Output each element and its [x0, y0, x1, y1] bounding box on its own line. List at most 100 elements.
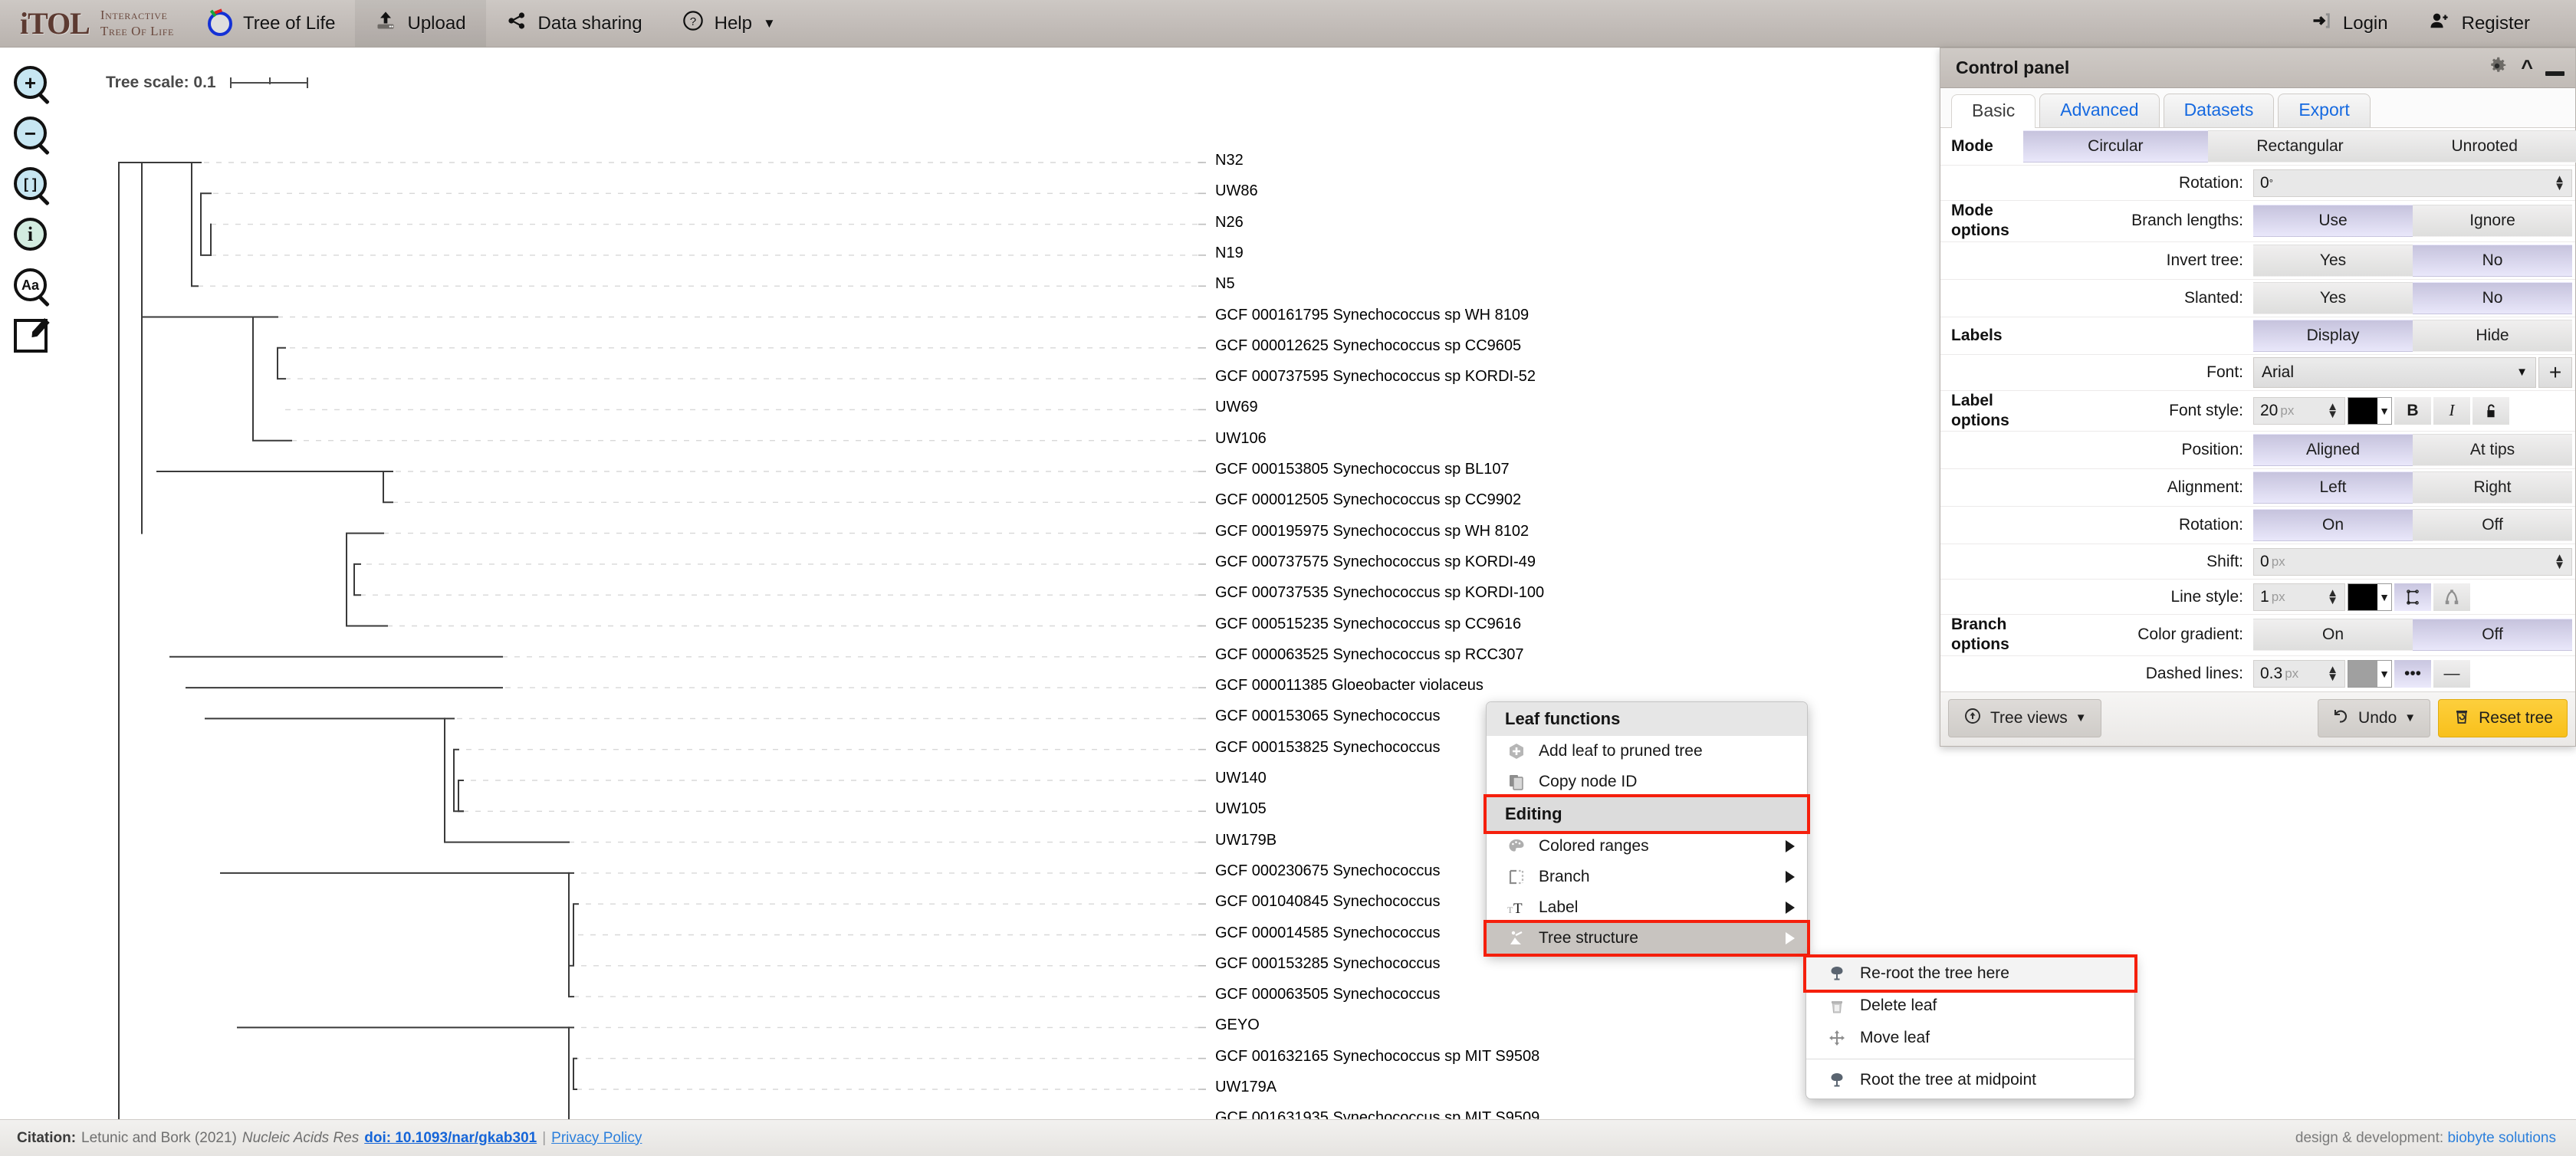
text-search-tool[interactable]: Aa: [14, 268, 54, 308]
dashed-width-stepper[interactable]: ▲ ▼: [2327, 664, 2338, 683]
submenu-item-reroot-tree-here[interactable]: Re-root the tree here: [1803, 954, 2137, 993]
invert-tree-no[interactable]: No: [2413, 244, 2572, 277]
nav-tree-of-life[interactable]: Tree of Life: [188, 0, 356, 47]
font-size-input[interactable]: 20 px ▲ ▼: [2253, 396, 2345, 425]
tab-export[interactable]: Export: [2278, 94, 2371, 127]
leaf-label[interactable]: GCF 000737535 Synechococcus sp KORDI-100: [1215, 584, 1544, 602]
submenu-item-root-at-midpoint[interactable]: Root the tree at midpoint: [1806, 1064, 2134, 1096]
branch-lengths-use[interactable]: Use: [2253, 205, 2413, 238]
rotation-input[interactable]: 0 ° ▲ ▼: [2253, 169, 2572, 197]
gear-icon[interactable]: [2486, 54, 2509, 81]
dashed-color-swatch[interactable]: ▼: [2348, 659, 2392, 688]
leaf-label[interactable]: GCF 001632165 Synechococcus sp MIT S9508: [1215, 1048, 1539, 1066]
labels-display[interactable]: Display: [2253, 319, 2413, 352]
menu-item-add-leaf-to-pruned-tree[interactable]: Add leaf to pruned tree: [1487, 736, 1807, 767]
alignment-left[interactable]: Left: [2253, 471, 2413, 504]
dashed-width-input[interactable]: 0.3 px ▲ ▼: [2253, 659, 2345, 688]
leaf-label[interactable]: UW86: [1215, 182, 1258, 200]
info-tool[interactable]: i: [14, 218, 54, 258]
font-italic-button[interactable]: I: [2433, 396, 2470, 425]
leaf-label[interactable]: GCF 000063525 Synechococcus sp RCC307: [1215, 646, 1523, 664]
zoom-out-tool[interactable]: −: [14, 117, 54, 156]
slanted-yes[interactable]: Yes: [2253, 281, 2413, 314]
privacy-policy-link[interactable]: Privacy Policy: [551, 1130, 642, 1147]
branch-style-curved-button[interactable]: [2433, 583, 2470, 611]
nav-upload[interactable]: Upload: [355, 0, 486, 47]
leaf-label[interactable]: UW179B: [1215, 832, 1276, 849]
menu-item-tree-structure[interactable]: Tree structure: [1484, 920, 1810, 957]
invert-tree-yes[interactable]: Yes: [2253, 244, 2413, 277]
leaf-label[interactable]: UW140: [1215, 770, 1267, 787]
leaf-label[interactable]: GCF 000515235 Synechococcus sp CC9616: [1215, 616, 1521, 633]
line-color-swatch[interactable]: ▼: [2348, 583, 2392, 611]
minimize-icon[interactable]: [2545, 71, 2564, 76]
label-rotation-on[interactable]: On: [2253, 509, 2413, 541]
menu-item-colored-ranges[interactable]: Colored ranges: [1487, 831, 1807, 862]
menu-item-branch[interactable]: Branch: [1487, 862, 1807, 892]
zoom-fit-tool[interactable]: [ ]: [14, 167, 54, 207]
font-select[interactable]: Arial ▼: [2253, 356, 2536, 388]
leaf-label[interactable]: GCF 000737595 Synechococcus sp KORDI-52: [1215, 368, 1536, 386]
nav-register[interactable]: Register: [2408, 0, 2550, 47]
leaf-label[interactable]: GCF 000161795 Synechococcus sp WH 8109: [1215, 307, 1529, 324]
submenu-item-move-leaf[interactable]: Move leaf: [1806, 1022, 2134, 1054]
leaf-label[interactable]: GCF 000195975 Synechococcus sp WH 8102: [1215, 523, 1529, 540]
zoom-in-tool[interactable]: +: [14, 66, 54, 106]
leaf-label[interactable]: UW69: [1215, 399, 1258, 416]
leaf-label[interactable]: N32: [1215, 152, 1244, 169]
position-at-tips[interactable]: At tips: [2413, 434, 2572, 466]
mode-option-rectangular[interactable]: Rectangular: [2207, 130, 2393, 163]
labels-hide[interactable]: Hide: [2413, 319, 2572, 352]
mode-option-circular[interactable]: Circular: [2023, 130, 2208, 163]
font-color-swatch[interactable]: ▼: [2348, 396, 2392, 425]
collapse-chevron-icon[interactable]: ^: [2521, 57, 2533, 78]
leaf-label[interactable]: UW106: [1215, 430, 1267, 448]
tree-views-button[interactable]: Tree views ▼: [1948, 698, 2101, 737]
leaf-label[interactable]: GEYO: [1215, 1016, 1260, 1034]
menu-item-label[interactable]: TT Label: [1487, 892, 1807, 923]
branch-lengths-ignore[interactable]: Ignore: [2413, 205, 2572, 238]
leaf-label[interactable]: GCF 000153285 Synechococcus: [1215, 955, 1441, 973]
line-width-stepper[interactable]: ▲ ▼: [2327, 587, 2338, 606]
line-width-input[interactable]: 1 px ▲ ▼: [2253, 583, 2345, 611]
tab-basic[interactable]: Basic: [1951, 94, 2036, 128]
doi-link[interactable]: doi: 10.1093/nar/gkab301: [364, 1130, 537, 1147]
slanted-no[interactable]: No: [2413, 281, 2572, 314]
alignment-right[interactable]: Right: [2413, 471, 2572, 504]
rotation-stepper[interactable]: ▲ ▼: [2554, 173, 2565, 192]
branch-style-normal-button[interactable]: [2394, 583, 2431, 611]
leaf-label[interactable]: GCF 000014585 Synechococcus: [1215, 924, 1441, 942]
shift-stepper[interactable]: ▲ ▼: [2554, 552, 2565, 571]
label-rotation-off[interactable]: Off: [2413, 509, 2572, 541]
leaf-label[interactable]: GCF 000063505 Synechococcus: [1215, 986, 1441, 1003]
nav-login[interactable]: Login: [2291, 0, 2408, 47]
nav-help[interactable]: ? Help ▼: [662, 0, 796, 47]
leaf-label[interactable]: GCF 000153065 Synechococcus: [1215, 708, 1441, 725]
menu-item-copy-node-id[interactable]: Copy node ID: [1487, 767, 1807, 797]
leaf-label[interactable]: UW179A: [1215, 1079, 1276, 1096]
leaf-label[interactable]: GCF 000153825 Synechococcus: [1215, 739, 1441, 757]
leaf-label[interactable]: GCF 000230675 Synechococcus: [1215, 862, 1441, 880]
leaf-label[interactable]: GCF 000153805 Synechococcus sp BL107: [1215, 461, 1510, 478]
leaf-label[interactable]: GCF 000011385 Gloeobacter violaceus: [1215, 677, 1484, 695]
leaf-label[interactable]: GCF 000012625 Synechococcus sp CC9605: [1215, 337, 1521, 355]
leaf-label[interactable]: GCF 001040845 Synechococcus: [1215, 893, 1441, 911]
add-font-button[interactable]: +: [2538, 356, 2572, 388]
reset-tree-button[interactable]: Reset tree: [2438, 698, 2568, 737]
submenu-item-delete-leaf[interactable]: Delete leaf: [1806, 990, 2134, 1022]
mode-option-unrooted[interactable]: Unrooted: [2392, 130, 2576, 163]
dashed-style-dotted-button[interactable]: •••: [2394, 659, 2431, 688]
position-aligned[interactable]: Aligned: [2253, 434, 2413, 466]
leaf-label[interactable]: N5: [1215, 275, 1235, 293]
leaf-label[interactable]: GCF 000737575 Synechococcus sp KORDI-49: [1215, 553, 1536, 571]
leaf-label[interactable]: GCF 000012505 Synechococcus sp CC9902: [1215, 491, 1521, 509]
leaf-label[interactable]: N19: [1215, 245, 1244, 262]
edit-tool[interactable]: [14, 319, 54, 359]
tab-datasets[interactable]: Datasets: [2163, 94, 2275, 127]
nav-data-sharing[interactable]: Data sharing: [486, 0, 662, 47]
dashed-style-solid-button[interactable]: —: [2433, 659, 2470, 688]
undo-button[interactable]: Undo ▼: [2318, 698, 2431, 737]
itol-logo[interactable]: iTOL Interactive Tree Of Life: [0, 0, 188, 47]
shift-input[interactable]: 0 px ▲ ▼: [2253, 547, 2572, 576]
leaf-label[interactable]: N26: [1215, 214, 1244, 232]
